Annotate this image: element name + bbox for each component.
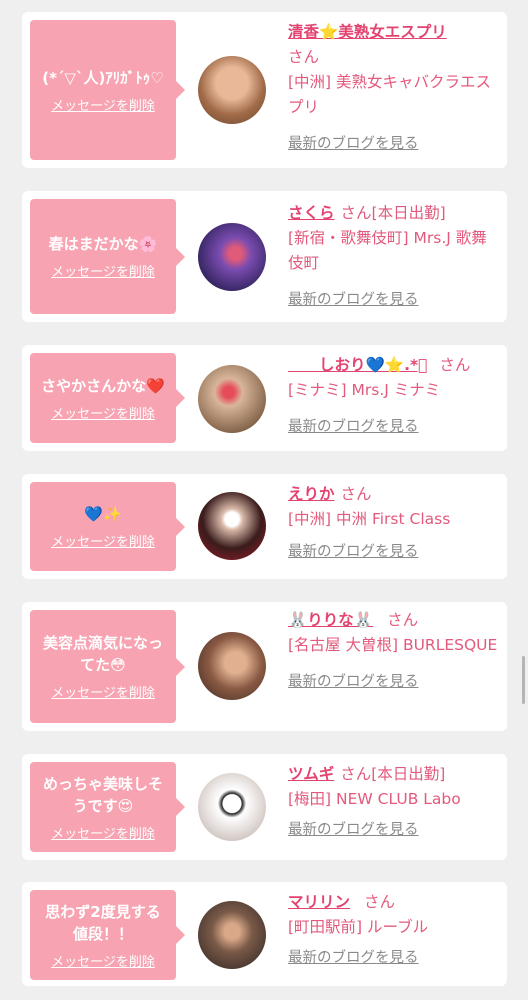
shop-name: [ミナミ] Mrs.J ミナミ — [288, 381, 441, 399]
message-bubble: 春はまだかな🌸 メッセージを削除 — [30, 199, 185, 314]
honorific: さん[本日出勤] — [340, 765, 446, 783]
honorific: さん — [340, 485, 372, 503]
shop-name: [名古屋 大曽根] BURLESQUE — [288, 636, 498, 654]
delete-message-link[interactable]: メッセージを削除 — [51, 95, 155, 114]
cast-info: 🐰りりな🐰 さん [名古屋 大曽根] BURLESQUE 最新のブログを見る — [288, 608, 500, 695]
honorific: さん — [439, 356, 471, 374]
delete-message-link[interactable]: メッセージを削除 — [51, 682, 155, 701]
cast-info: さくら さん[本日出勤] [新宿・歌舞伎町] Mrs.J 歌舞伎町 最新のブログを… — [288, 201, 500, 313]
cast-name-link[interactable]: ツムギ — [288, 765, 334, 783]
avatar[interactable] — [198, 492, 266, 560]
cast-info: しおり💙⭐️.*ﾟ さん [ミナミ] Mrs.J ミナミ 最新のブログを見る — [288, 353, 500, 440]
avatar[interactable] — [198, 632, 266, 700]
shop-name: [新宿・歌舞伎町] Mrs.J 歌舞伎町 — [288, 229, 487, 272]
shop-name: [町田駅前] ルーブル — [288, 918, 429, 936]
avatar[interactable] — [198, 901, 266, 969]
message-text: 春はまだかな🌸 — [48, 235, 158, 253]
delete-message-link[interactable]: メッセージを削除 — [51, 951, 155, 970]
message-bubble: 美容点滴気になってた😳 メッセージを削除 — [30, 610, 185, 723]
cast-info: えりか さん [中洲] 中洲 First Class 最新のブログを見る — [288, 482, 500, 565]
message-card: めっちゃ美味しそうです😍 メッセージを削除 ツムギ さん[本日出勤] [梅田] N… — [22, 754, 507, 860]
honorific: さん — [387, 611, 419, 629]
cast-info: マリリン さん [町田駅前] ルーブル 最新のブログを見る — [288, 890, 500, 971]
message-card: 💙✨ メッセージを削除 えりか さん [中洲] 中洲 First Class 最新… — [22, 474, 507, 579]
latest-blog-link[interactable]: 最新のブログを見る — [288, 818, 500, 843]
shop-name: [中洲] 美熟女キャバクラエスプリ — [288, 73, 492, 116]
avatar[interactable] — [198, 365, 266, 433]
avatar[interactable] — [198, 773, 266, 841]
honorific: さん — [364, 893, 396, 911]
message-text: 思わず2度見する値段！！ — [45, 902, 161, 943]
cast-name-link[interactable]: さくら — [288, 204, 335, 222]
message-bubble: めっちゃ美味しそうです😍 メッセージを削除 — [30, 762, 185, 852]
cast-name-link[interactable]: えりか — [288, 485, 335, 503]
message-bubble: さやかさんかな❤️ メッセージを削除 — [30, 353, 185, 443]
message-card: 春はまだかな🌸 メッセージを削除 さくら さん[本日出勤] [新宿・歌舞伎町] M… — [22, 191, 507, 322]
honorific: さん[本日出勤] — [340, 204, 446, 222]
latest-blog-link[interactable]: 最新のブログを見る — [288, 288, 500, 313]
cast-info: 清香⭐美熟女エスプリ さん [中洲] 美熟女キャバクラエスプリ 最新のブログを見… — [288, 20, 500, 157]
message-bubble: (*´▽`人)ｱﾘｶﾞﾄｩ♡ メッセージを削除 — [30, 20, 185, 160]
message-card: 思わず2度見する値段！！ メッセージを削除 マリリン さん [町田駅前] ルーブル… — [22, 882, 507, 986]
message-text: さやかさんかな❤️ — [41, 376, 165, 395]
message-bubble: 思わず2度見する値段！！ メッセージを削除 — [30, 890, 185, 980]
cast-info: ツムギ さん[本日出勤] [梅田] NEW CLUB Labo 最新のブログを見る — [288, 762, 500, 843]
latest-blog-link[interactable]: 最新のブログを見る — [288, 132, 500, 157]
delete-message-link[interactable]: メッセージを削除 — [51, 531, 155, 550]
avatar[interactable] — [198, 223, 266, 291]
message-text: 美容点滴気になってた😳 — [42, 634, 163, 674]
delete-message-link[interactable]: メッセージを削除 — [51, 261, 155, 280]
message-card: さやかさんかな❤️ メッセージを削除 しおり💙⭐️.*ﾟ さん [ミナミ] Mrs… — [22, 345, 507, 451]
scrollbar[interactable] — [522, 656, 525, 704]
cast-name-link[interactable]: しおり💙⭐️.*ﾟ — [288, 356, 427, 374]
latest-blog-link[interactable]: 最新のブログを見る — [288, 946, 500, 971]
cast-name-link[interactable]: 清香⭐美熟女エスプリ — [288, 23, 447, 41]
message-bubble: 💙✨ メッセージを削除 — [30, 482, 185, 571]
delete-message-link[interactable]: メッセージを削除 — [51, 823, 155, 842]
message-card: (*´▽`人)ｱﾘｶﾞﾄｩ♡ メッセージを削除 清香⭐美熟女エスプリ さん [中… — [22, 12, 507, 168]
cast-name-link[interactable]: マリリン — [288, 893, 350, 911]
message-text: (*´▽`人)ｱﾘｶﾞﾄｩ♡ — [42, 68, 164, 87]
shop-name: [中洲] 中洲 First Class — [288, 510, 451, 528]
message-card: 美容点滴気になってた😳 メッセージを削除 🐰りりな🐰 さん [名古屋 大曽根] B… — [22, 602, 507, 731]
latest-blog-link[interactable]: 最新のブログを見る — [288, 670, 500, 695]
delete-message-link[interactable]: メッセージを削除 — [51, 403, 155, 422]
message-text: めっちゃ美味しそうです😍 — [42, 774, 163, 815]
latest-blog-link[interactable]: 最新のブログを見る — [288, 540, 500, 565]
message-text: 💙✨ — [84, 505, 122, 523]
honorific: さん — [288, 48, 320, 66]
cast-name-link[interactable]: 🐰りりな🐰 — [288, 611, 373, 629]
latest-blog-link[interactable]: 最新のブログを見る — [288, 415, 500, 440]
avatar[interactable] — [198, 56, 266, 124]
shop-name: [梅田] NEW CLUB Labo — [288, 790, 461, 808]
